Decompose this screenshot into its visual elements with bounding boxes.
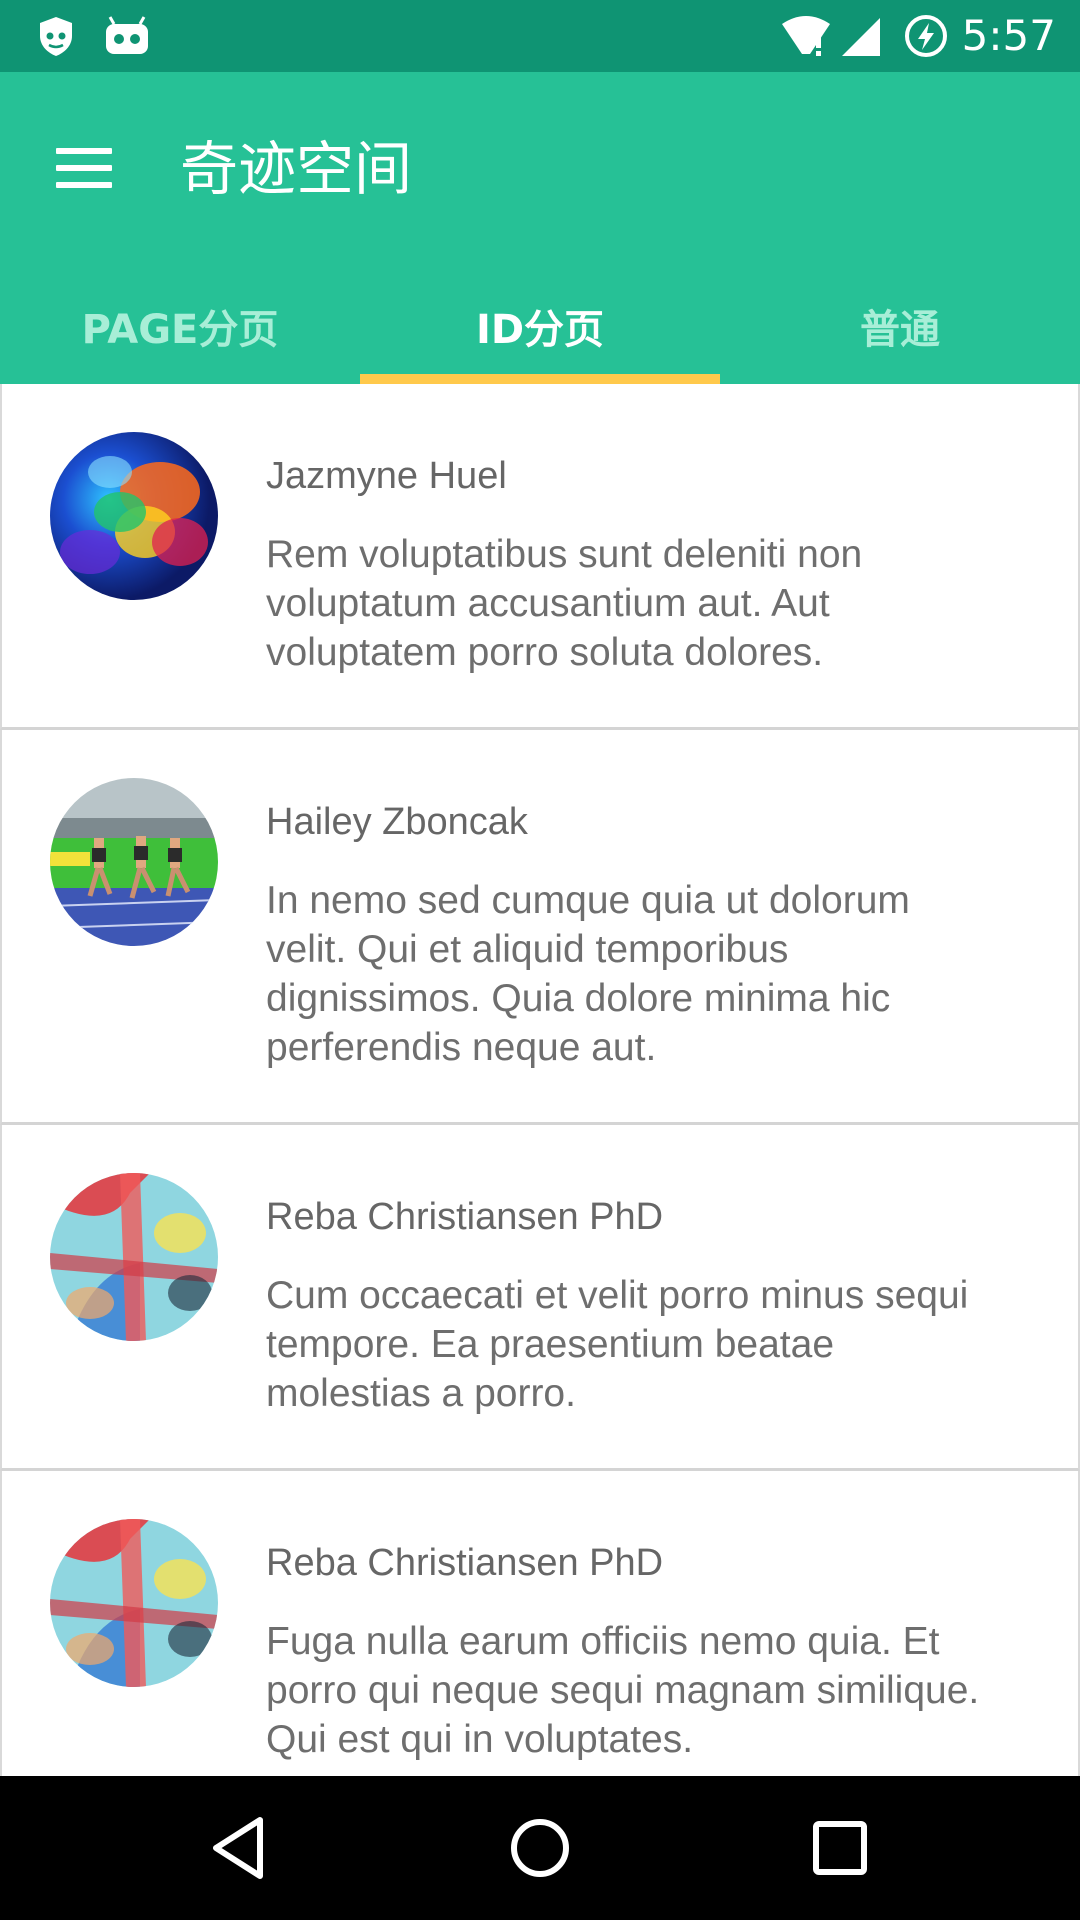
tab-label: ID分页 bbox=[475, 307, 605, 353]
home-icon[interactable] bbox=[490, 1798, 590, 1898]
battery-charging-icon bbox=[904, 14, 948, 58]
list-item[interactable]: Jazmyne Huel Rem voluptatibus sunt delen… bbox=[0, 384, 1080, 730]
list-item[interactable]: Reba Christiansen PhD Cum occaecati et v… bbox=[0, 1125, 1080, 1471]
guard-icon bbox=[34, 14, 78, 58]
item-text: Cum occaecati et velit porro minus sequi… bbox=[266, 1274, 969, 1415]
avatar bbox=[50, 432, 218, 600]
hamburger-menu-icon[interactable] bbox=[40, 124, 128, 212]
recents-icon[interactable] bbox=[790, 1798, 890, 1898]
content-list[interactable]: Jazmyne Huel Rem voluptatibus sunt delen… bbox=[0, 384, 1080, 1777]
tab-normal[interactable]: 普通 bbox=[720, 268, 1080, 384]
clock-time: 5:57 bbox=[961, 11, 1056, 60]
status-bar: 5:57 bbox=[0, 0, 1080, 72]
app-screen: 5:57 奇迹空间 PAGE分页 ID分页 普通 Jazmyne Huel Re… bbox=[0, 0, 1080, 1920]
back-icon[interactable] bbox=[190, 1798, 290, 1898]
navigation-bar bbox=[0, 1776, 1080, 1920]
cell-signal-icon bbox=[838, 14, 882, 58]
tab-indicator bbox=[360, 374, 720, 384]
item-author: Hailey Zboncak bbox=[266, 801, 528, 843]
wifi-alert-icon bbox=[780, 14, 832, 58]
avatar bbox=[50, 1519, 218, 1687]
tab-label: 普通 bbox=[860, 307, 940, 353]
item-author: Reba Christiansen PhD bbox=[266, 1196, 664, 1238]
item-author: Jazmyne Huel bbox=[266, 455, 507, 497]
avatar bbox=[50, 778, 218, 946]
item-text: In nemo sed cumque quia ut dolorum velit… bbox=[266, 879, 910, 1069]
tab-bar: PAGE分页 ID分页 普通 bbox=[0, 268, 1080, 384]
avatar bbox=[50, 1173, 218, 1341]
item-text: Rem voluptatibus sunt deleniti non volup… bbox=[266, 533, 863, 674]
item-text: Fuga nulla earum officiis nemo quia. Et … bbox=[266, 1620, 980, 1761]
android-debug-icon bbox=[102, 14, 152, 58]
list-item[interactable]: Reba Christiansen PhD Fuga nulla earum o… bbox=[0, 1471, 1080, 1777]
app-bar: 奇迹空间 PAGE分页 ID分页 普通 bbox=[0, 72, 1080, 384]
tab-label: PAGE分页 bbox=[81, 307, 279, 353]
page-title: 奇迹空间 bbox=[180, 135, 413, 203]
tab-page-pagination[interactable]: PAGE分页 bbox=[0, 268, 360, 384]
tab-id-pagination[interactable]: ID分页 bbox=[360, 268, 720, 384]
list-item[interactable]: Hailey Zboncak In nemo sed cumque quia u… bbox=[0, 730, 1080, 1125]
item-author: Reba Christiansen PhD bbox=[266, 1542, 664, 1584]
